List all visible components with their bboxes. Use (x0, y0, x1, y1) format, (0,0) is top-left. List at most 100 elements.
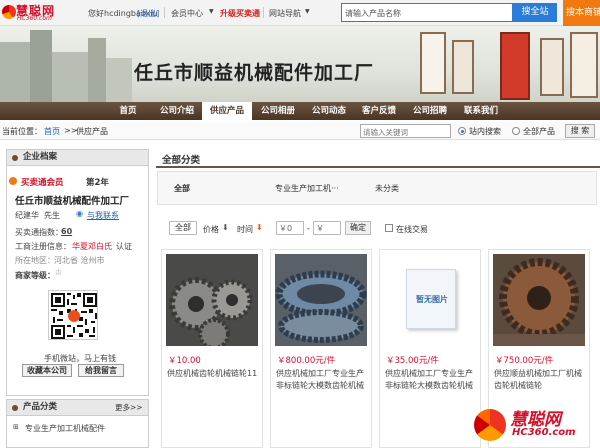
radio-site-search[interactable] (458, 127, 466, 135)
logout-link[interactable]: [退出] (137, 8, 159, 19)
index-value[interactable]: 60 (61, 227, 72, 236)
rating-icon: ♔ (55, 268, 63, 277)
sort-down-icon: ⬇ (222, 223, 229, 232)
rating-label: 商家等级： (15, 271, 55, 280)
nav-item-company-intro[interactable]: 公司介绍 (152, 102, 202, 120)
product-card[interactable]: ￥800.00元/件 供应机械加工厂专业生产非标链轮大模数齿轮机械 (270, 249, 372, 448)
registration-value[interactable]: 华夏邓白氏 (72, 241, 112, 252)
product-price: ￥800.00元/件 (277, 356, 336, 366)
profile-box-header: 企业档案 (6, 149, 149, 166)
radio-all-products[interactable] (512, 127, 520, 135)
product-image-placeholder[interactable]: 暂无图片 (384, 254, 476, 346)
price-max-input[interactable]: ￥ (313, 221, 341, 235)
location-value: 河北省 沧州市 (54, 256, 105, 265)
profile-box-title: 企业档案 (23, 152, 58, 162)
contact-title: 先生 (44, 211, 60, 220)
product-name[interactable]: 供应机械加工厂专业生产非标链轮大模数齿轮机械 (276, 368, 370, 392)
product-name[interactable]: 供应顺益机械加工厂机械齿轮机械链轮 (494, 368, 588, 392)
chevron-down-icon: ▼ (209, 8, 214, 15)
keyword-search-button[interactable]: 搜 索 (565, 124, 595, 138)
search-shop-button[interactable]: 搜本商铺 (563, 0, 600, 26)
sort-down-active-icon: ⬇ (256, 223, 263, 232)
product-price: ￥750.00元/件 (495, 356, 554, 366)
no-image-text: 暂无图片 (416, 295, 448, 304)
shop-banner: 任丘市顺益机械配件加工厂 (0, 26, 600, 102)
sidebar-company-name: 任丘市顺益机械配件加工厂 (15, 196, 130, 207)
upgrade-link[interactable]: 升级买卖通 (220, 8, 260, 19)
nav-item-supply-products[interactable]: 供应产品 (202, 102, 252, 120)
range-dash: - (307, 224, 310, 233)
online-trade-checkbox[interactable] (385, 224, 393, 232)
location-label: 所在地区： (15, 256, 55, 265)
top-bar: 慧聪网 HC360.com 您好hcdingbaoxiu [退出] 会员中心 ▼… (0, 0, 600, 26)
divider (263, 7, 264, 18)
category-more-link[interactable]: 更多>> (115, 400, 143, 415)
vip-label: 买卖通会员 (21, 178, 64, 188)
index-label: 买卖通指数： (15, 228, 63, 237)
category-item[interactable]: 专业生产加工机械配件 (25, 423, 105, 434)
contact-name: 纪建华 (15, 211, 39, 220)
product-image[interactable] (275, 254, 367, 346)
online-trade-label: 在线交易 (396, 225, 428, 234)
category-all[interactable]: 全部 (174, 183, 190, 194)
sort-price[interactable]: 价格 (203, 224, 219, 235)
company-name-banner: 任丘市顺益机械配件加工厂 (134, 62, 375, 84)
nav-item-contact-us[interactable]: 联系我们 (456, 102, 506, 120)
radio-site-search-label: 站内搜索 (469, 127, 501, 136)
leave-message-button[interactable]: 给我留言 (78, 364, 124, 377)
hc360-logo[interactable]: 慧聪网 HC360.com (2, 2, 64, 24)
vip-badge-icon (9, 177, 17, 185)
site-nav-menu[interactable]: 网站导航 (269, 8, 301, 19)
contact-chat-icon[interactable]: ◉ (76, 209, 83, 218)
chevron-down-icon: ▼ (305, 8, 310, 15)
category-box-title: 产品分类 (23, 402, 58, 412)
breadcrumb-current: 供应产品 (76, 127, 108, 136)
nav-item-company-jobs[interactable]: 公司招聘 (404, 102, 456, 120)
category-uncategorized[interactable]: 未分类 (375, 183, 399, 194)
qr-code-image (48, 290, 98, 340)
nav-item-company-news[interactable]: 公司动态 (304, 102, 354, 120)
contact-me-link[interactable]: 与我联系 (87, 210, 119, 221)
bullet-icon (12, 405, 18, 411)
product-name[interactable]: 供应机械齿轮机械链轮11 (167, 368, 261, 380)
logo-swirl-icon (2, 5, 16, 19)
registration-label: 工商注册信息： (15, 242, 71, 251)
vip-years: 第2年 (86, 178, 109, 188)
breadcrumb-label: 当前位置： (2, 127, 42, 136)
logo-subtext: HC360.com (17, 15, 52, 22)
category-filter-bar: 全部 专业生产加工机··· 未分类 (157, 171, 597, 205)
confirm-button[interactable]: 确定 (345, 221, 371, 235)
breadcrumb-home[interactable]: 首页 (44, 126, 60, 137)
expand-icon[interactable]: ⊞ (13, 423, 19, 431)
product-search-input[interactable]: 请输入产品名称 (341, 3, 513, 22)
bullet-icon (12, 155, 18, 161)
category-box-header: 产品分类 更多>> (6, 399, 149, 416)
favorite-company-button[interactable]: 收藏本公司 (22, 364, 72, 377)
product-card[interactable]: ￥10.00 供应机械齿轮机械链轮11 (161, 249, 263, 448)
divider (164, 7, 165, 18)
shop-nav-bar: 首页 公司介绍 供应产品 公司相册 公司动态 客户反馈 公司招聘 联系我们 (0, 102, 600, 120)
product-image[interactable] (166, 254, 258, 346)
product-price: ￥10.00 (168, 356, 201, 366)
category-machining[interactable]: 专业生产加工机··· (275, 183, 339, 194)
main-section-title: 全部分类 (162, 155, 201, 166)
radio-all-products-label: 全部产品 (523, 127, 555, 136)
product-image[interactable] (493, 254, 585, 346)
watermark-swirl-icon (474, 409, 506, 441)
breadcrumb: 当前位置： 首页 >> 供应产品 (0, 122, 600, 140)
nav-item-home[interactable]: 首页 (104, 102, 152, 120)
qr-caption: 手机微站，马上有钱 (44, 354, 116, 363)
sort-time[interactable]: 时间 (237, 224, 253, 235)
filter-all-button[interactable]: 全部 (169, 221, 197, 235)
certified-text: 认证 (116, 242, 132, 251)
nav-item-company-album[interactable]: 公司相册 (252, 102, 304, 120)
member-center-menu[interactable]: 会员中心 (171, 8, 203, 19)
no-image-icon: 暂无图片 (406, 269, 456, 329)
price-min-input[interactable]: ￥0 (276, 221, 304, 235)
keyword-search-input[interactable]: 请输入关键词 (360, 124, 451, 138)
nav-item-customer-feedback[interactable]: 客户反馈 (354, 102, 404, 120)
product-card[interactable]: 暂无图片 ￥35.00元/件 供应机械加工厂专业生产非标链轮大模数齿轮机械 (379, 249, 481, 448)
product-name[interactable]: 供应机械加工厂专业生产非标链轮大模数齿轮机械 (385, 368, 479, 392)
product-price: ￥35.00元/件 (386, 356, 439, 366)
search-all-button[interactable]: 搜全站 (513, 3, 557, 22)
